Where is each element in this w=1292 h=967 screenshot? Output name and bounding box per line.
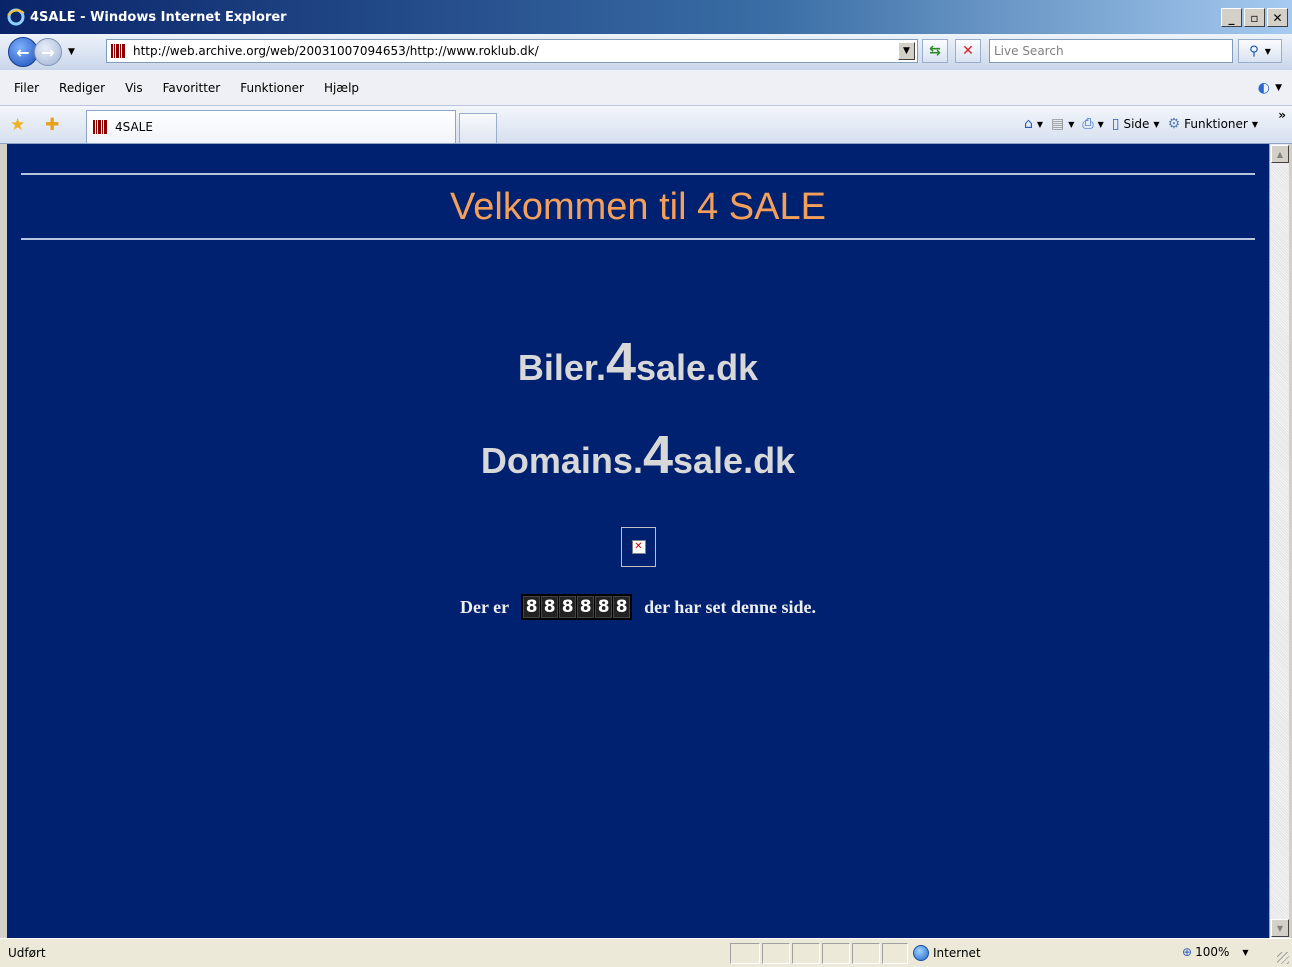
search-field[interactable] (989, 39, 1233, 63)
recent-pages-dropdown[interactable]: ▼ (68, 47, 75, 57)
menu-favoritter[interactable]: Favoritter (153, 81, 231, 95)
status-pane (792, 943, 820, 964)
feeds-dropdown-icon[interactable]: ▼ (1068, 120, 1074, 129)
bottom-divider (21, 238, 1255, 240)
address-dropdown-button[interactable]: ▼ (898, 42, 915, 60)
new-tab-button[interactable] (459, 113, 497, 143)
counter-digit: 8 (523, 596, 541, 618)
status-pane (852, 943, 880, 964)
more-commands-icon[interactable]: » (1278, 108, 1286, 122)
page-dropdown-icon[interactable]: ▼ (1153, 120, 1159, 129)
translate-icon[interactable]: ◐ (1258, 80, 1270, 96)
link-domains-prefix: Domains. (480, 440, 643, 481)
refresh-icon: ⇆ (929, 43, 941, 59)
search-button[interactable]: ⚲ ▼ (1238, 39, 1282, 63)
page-viewport: Velkommen til 4 SALE Biler.4sale.dk Doma… (7, 144, 1269, 938)
site-favicon-icon (111, 44, 127, 58)
refresh-button[interactable]: ⇆ (922, 39, 948, 63)
link-biler-prefix: Biler. (517, 347, 606, 388)
print-icon[interactable]: ⎙ (1082, 116, 1093, 132)
link-domains[interactable]: Domains.4sale.dk (7, 424, 1269, 486)
status-pane (882, 943, 908, 964)
tab-label: 4SALE (115, 120, 153, 134)
close-button[interactable]: ✕ (1267, 8, 1288, 27)
feeds-icon[interactable]: ▤ (1051, 116, 1064, 132)
welcome-heading: Velkommen til 4 SALE (450, 186, 826, 228)
broken-image-icon: ✕ (631, 540, 646, 554)
ie-logo-icon (7, 8, 25, 26)
counter-digit: 8 (613, 596, 631, 618)
tab-favicon-icon (93, 120, 109, 134)
title-bar: 4SALE - Windows Internet Explorer _ ▫ ✕ (0, 0, 1292, 34)
security-zone[interactable]: Internet (913, 945, 981, 961)
page-menu-button[interactable]: Side (1123, 117, 1149, 131)
status-pane (730, 943, 760, 964)
address-field[interactable]: http://web.archive.org/web/2003100709465… (106, 39, 918, 63)
hit-counter: 8 8 8 8 8 8 (521, 594, 633, 620)
magnifier-icon: ⚲ (1249, 43, 1259, 59)
link-biler-4: 4 (605, 332, 636, 392)
zoom-level: 100% (1195, 945, 1230, 959)
search-options-dropdown-icon: ▼ (1264, 46, 1271, 56)
scroll-down-button[interactable]: ▼ (1271, 919, 1289, 937)
link-biler[interactable]: Biler.4sale.dk (7, 331, 1269, 393)
stop-button[interactable]: ✕ (955, 39, 981, 63)
link-biler-suffix: sale.dk (636, 347, 759, 388)
print-dropdown-icon[interactable]: ▼ (1098, 120, 1104, 129)
status-text: Udført (8, 946, 46, 960)
counter-prefix: Der er (460, 596, 510, 617)
page-icon: ▯ (1111, 116, 1120, 132)
zoom-control[interactable]: ⊕ 100% ▼ (1182, 945, 1249, 959)
favorites-star-icon[interactable]: ★ (10, 115, 25, 135)
status-bar: Udført Internet ⊕ 100% ▼ (0, 938, 1292, 967)
home-icon[interactable]: ⌂ (1024, 116, 1033, 132)
counter-digit: 8 (595, 596, 613, 618)
window-controls: _ ▫ ✕ (1221, 8, 1288, 27)
counter-digit: 8 (541, 596, 559, 618)
menu-bar: Filer Rediger Vis Favoritter Funktioner … (0, 70, 1292, 106)
menu-funktioner[interactable]: Funktioner (230, 81, 314, 95)
status-pane (762, 943, 790, 964)
minimize-button[interactable]: _ (1221, 8, 1242, 27)
command-bar: ⌂ ▼ ▤ ▼ ⎙ ▼ ▯ Side ▼ ⚙ Funktioner ▼ (1024, 116, 1262, 132)
forward-button[interactable]: → (34, 38, 62, 66)
search-input[interactable] (990, 40, 1232, 62)
tab-bar: ★ ✚ 4SALE ⌂ ▼ ▤ ▼ ⎙ ▼ ▯ Side ▼ ⚙ Funktio… (0, 106, 1292, 144)
translate-dropdown-icon[interactable]: ▼ (1275, 83, 1282, 93)
zoom-dropdown-icon[interactable]: ▼ (1242, 948, 1248, 957)
tools-dropdown-icon[interactable]: ▼ (1252, 120, 1258, 129)
status-pane (822, 943, 850, 964)
tools-menu-button[interactable]: Funktioner (1184, 117, 1248, 131)
gear-icon: ⚙ (1167, 116, 1181, 132)
tab-4sale[interactable]: 4SALE (86, 110, 456, 143)
maximize-button[interactable]: ▫ (1244, 8, 1265, 27)
counter-suffix: der har set denne side. (644, 596, 816, 617)
vertical-scrollbar[interactable]: ▲ ▼ (1269, 144, 1289, 938)
stop-icon: ✕ (962, 43, 974, 59)
visitor-counter-line: Der er 8 8 8 8 8 8 der har set denne sid… (7, 594, 1269, 620)
home-dropdown-icon[interactable]: ▼ (1037, 120, 1043, 129)
arrow-left-icon: ← (16, 42, 30, 62)
counter-digit: 8 (577, 596, 595, 618)
menu-rediger[interactable]: Rediger (49, 81, 115, 95)
scroll-up-button[interactable]: ▲ (1271, 145, 1289, 163)
menu-vis[interactable]: Vis (115, 81, 153, 95)
zone-label: Internet (933, 946, 981, 960)
broken-image-placeholder: ✕ (621, 527, 656, 567)
link-domains-suffix: sale.dk (673, 440, 796, 481)
menu-filer[interactable]: Filer (0, 81, 49, 95)
add-favorite-icon[interactable]: ✚ (45, 115, 59, 135)
zoom-icon: ⊕ (1182, 945, 1193, 959)
window-title: 4SALE - Windows Internet Explorer (30, 9, 287, 25)
link-domains-4: 4 (642, 425, 673, 485)
arrow-right-icon: → (41, 42, 55, 62)
address-toolbar: ← → ▼ http://web.archive.org/web/2003100… (0, 34, 1292, 70)
top-divider (21, 173, 1255, 175)
menu-hjaelp[interactable]: Hjælp (314, 81, 369, 95)
address-url[interactable]: http://web.archive.org/web/2003100709465… (133, 44, 539, 58)
globe-icon (913, 945, 929, 961)
resize-grip-icon[interactable] (1277, 952, 1289, 964)
counter-digit: 8 (559, 596, 577, 618)
